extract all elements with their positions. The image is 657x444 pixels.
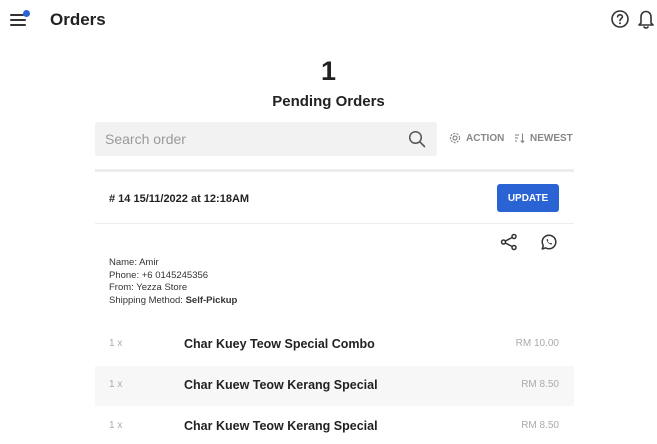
list-item: 1 x Char Kuey Teow Special Combo RM 10.0… [95,325,574,365]
order-card: # 14 15/11/2022 at 12:18AM UPDATE Name: … [95,169,574,444]
whatsapp-button[interactable] [539,232,559,252]
order-header: # 14 15/11/2022 at 12:18AM UPDATE [95,172,574,224]
customer-phone: Phone: +6 0145245356 [109,269,209,281]
hamburger-menu-icon [10,14,24,16]
item-quantity: 1 x [109,338,123,349]
help-button[interactable] [610,9,630,29]
item-quantity: 1 x [109,420,123,431]
item-price: RM 8.50 [521,379,559,390]
item-name: Char Kuew Teow Kerang Special [184,378,378,392]
sort-icon [515,133,525,144]
action-button[interactable]: ACTION [449,132,504,144]
update-button[interactable]: UPDATE [497,184,559,212]
item-name: Char Kuew Teow Kerang Special [184,419,378,433]
gear-icon [449,132,461,144]
pending-orders-label: Pending Orders [272,93,385,110]
search-icon[interactable] [408,130,426,148]
help-circle-icon [611,10,629,28]
menu-button[interactable] [8,9,32,29]
order-id: # 14 15/11/2022 at 12:18AM [109,193,250,205]
item-quantity: 1 x [109,379,123,390]
item-price: RM 10.00 [515,338,559,349]
customer-info: Name: Amir Phone: +6 0145245356 From: Ye… [109,257,237,307]
notification-dot [23,10,30,17]
search-input[interactable] [105,122,395,156]
pending-orders-count: 1 [320,56,337,86]
notifications-button[interactable] [636,8,656,30]
sort-label: NEWEST [530,132,573,144]
customer-from: From: Yezza Store [109,282,188,293]
bell-icon [638,10,654,29]
search-box [95,122,437,156]
hamburger-line [10,19,26,21]
hamburger-line [10,24,26,26]
sort-button[interactable]: NEWEST [514,132,573,144]
whatsapp-icon [541,234,557,250]
item-name: Char Kuey Teow Special Combo [184,337,375,351]
shipping-method-value: Self-Pickup [185,294,238,306]
page-title: Orders [50,10,106,29]
shipping-method-label: Shipping Method: [109,294,186,306]
shipping-method: Shipping Method: Self-Pickup [109,295,237,308]
list-item: 1 x Char Kuew Teow Kerang Special RM 8.5… [95,407,574,444]
share-icon [500,233,517,251]
action-label: ACTION [466,132,505,144]
list-item: 1 x Char Kuew Teow Kerang Special RM 8.5… [95,366,574,406]
share-button[interactable] [500,233,518,251]
customer-name: Name: Amir [109,257,159,268]
item-price: RM 8.50 [521,420,559,431]
top-bar: Orders [0,0,657,40]
